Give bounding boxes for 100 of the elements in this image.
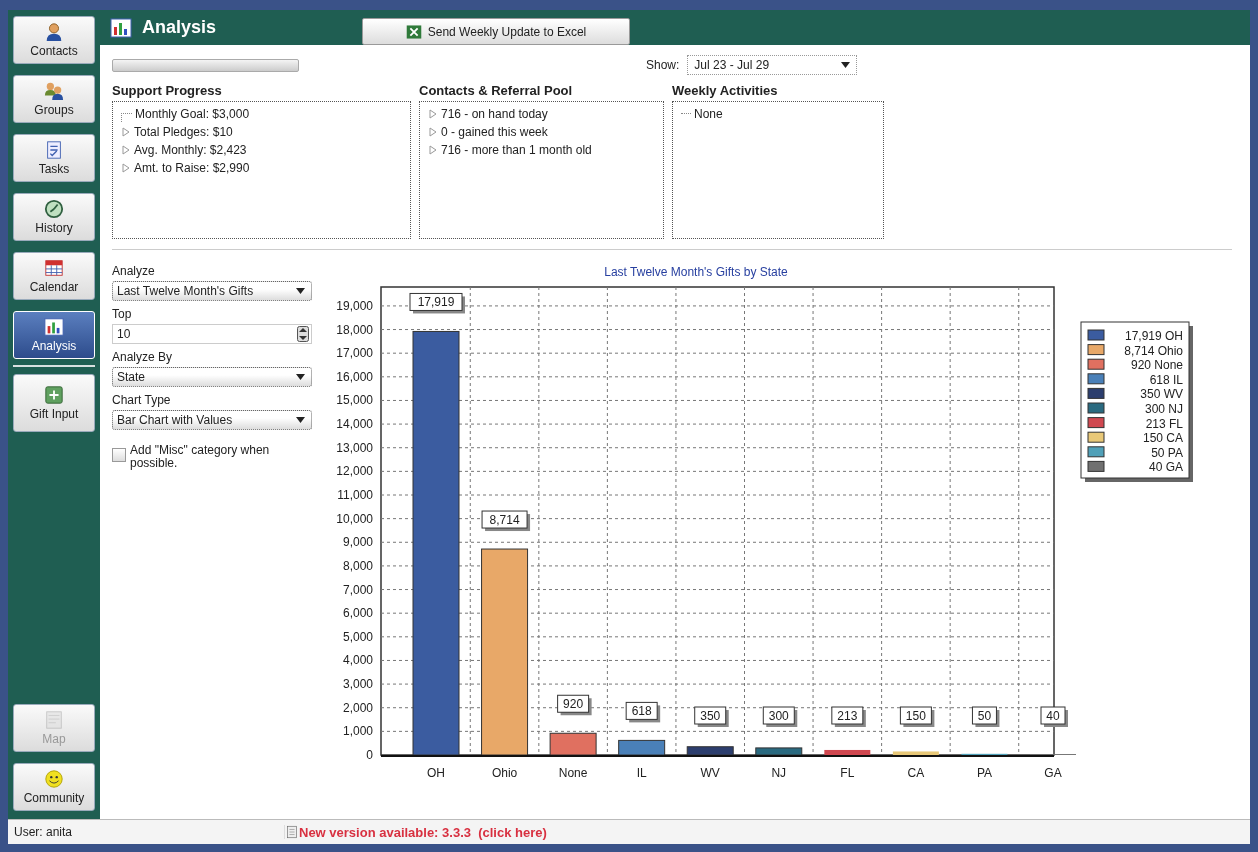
spinner-arrows-icon[interactable]: [297, 326, 309, 342]
y-tick-label: 17,000: [336, 346, 373, 361]
legend-label: 40 GA: [1148, 460, 1183, 475]
people-icon: [44, 81, 64, 101]
tree-item[interactable]: Amt. to Raise: $2,990: [134, 161, 250, 175]
expand-arrow-icon[interactable]: [428, 145, 438, 155]
tree-item[interactable]: None: [694, 107, 723, 121]
x-tick-label: FL: [840, 766, 855, 780]
spreadsheet-icon: [405, 23, 422, 40]
caret-icon: [841, 62, 851, 68]
legend-label: 17,919 OH: [1124, 329, 1183, 343]
y-tick-label: 11,000: [337, 488, 373, 502]
nav-button[interactable]: Calendar: [13, 252, 95, 300]
expand-arrow-icon[interactable]: [121, 163, 131, 173]
nav-button[interactable]: Analysis: [13, 311, 95, 359]
legend-label: 150 CA: [1142, 431, 1183, 446]
y-tick-label: 19,000: [336, 298, 373, 313]
caret-icon: [296, 417, 305, 423]
clock-icon: [44, 199, 64, 219]
field-label: Analyze: [112, 264, 156, 278]
dropdown[interactable]: Last Twelve Month's Gifts: [112, 281, 312, 301]
checklist-icon: [44, 140, 64, 160]
y-tick-label: 8,000: [342, 558, 373, 573]
x-tick-label: OH: [427, 766, 445, 780]
tree-item[interactable]: 0 - gained this week: [441, 125, 548, 139]
tree-item[interactable]: Avg. Monthly: $2,423: [134, 143, 247, 157]
caret-icon: [296, 374, 305, 380]
x-tick-label: Ohio: [491, 766, 518, 780]
nav-button[interactable]: Groups: [13, 75, 95, 123]
nav-button[interactable]: Contacts: [13, 16, 95, 64]
panel-title: Weekly Activities: [672, 83, 779, 98]
value-label: 17,919: [409, 292, 465, 314]
update-link[interactable]: New version available: 3.3.3 (click here): [299, 824, 547, 840]
caret-icon: [296, 288, 305, 294]
y-tick-label: 0: [366, 748, 373, 762]
expand-arrow-icon[interactable]: [428, 127, 438, 137]
chart-title: Last Twelve Month's Gifts by State: [604, 265, 788, 279]
page-title: Analysis: [142, 17, 218, 38]
expand-arrow-icon[interactable]: [121, 127, 131, 137]
value-label: 213: [831, 706, 866, 727]
field-label: Analyze By: [112, 350, 174, 364]
x-tick-label: IL: [636, 766, 647, 780]
dropdown[interactable]: State: [112, 367, 312, 387]
field-label: Top: [112, 307, 133, 321]
y-tick-label: 16,000: [336, 369, 373, 384]
value-label: 8,714: [481, 510, 531, 532]
y-tick-label: 4,000: [342, 653, 373, 668]
y-tick-label: 18,000: [336, 322, 373, 337]
legend-label: 213 FL: [1145, 416, 1183, 431]
nav-button[interactable]: Tasks: [13, 134, 95, 182]
panel-title: Contacts & Referral Pool: [419, 83, 574, 98]
tree-item[interactable]: Total Pledges: $10: [134, 125, 233, 139]
panel-title: Support Progress: [112, 83, 223, 98]
value-label: 50: [971, 706, 1000, 727]
legend-label: 300 NJ: [1144, 402, 1183, 416]
value-label: 300: [762, 706, 798, 727]
show-label: Show:: [646, 58, 680, 72]
y-tick-label: 12,000: [336, 464, 373, 479]
value-label: 618: [625, 701, 661, 723]
legend-label: 618 IL: [1149, 372, 1183, 387]
x-tick-label: NJ: [771, 766, 787, 780]
x-tick-label: None: [558, 766, 588, 780]
y-tick-label: 13,000: [336, 440, 373, 455]
expand-arrow-icon[interactable]: [428, 109, 438, 119]
y-tick-label: 14,000: [336, 417, 373, 432]
bar-chart-icon: [44, 317, 64, 337]
expand-arrow-icon[interactable]: [121, 145, 131, 155]
y-tick-label: 15,000: [336, 393, 373, 408]
export-button[interactable]: Send Weekly Update to Excel: [362, 18, 630, 45]
tree-item[interactable]: 716 - on hand today: [441, 107, 548, 121]
legend-label: 50 PA: [1151, 445, 1183, 460]
nav-button[interactable]: History: [13, 193, 95, 241]
person-icon: [44, 22, 64, 42]
y-tick-label: 2,000: [342, 700, 373, 715]
calendar-icon: [44, 258, 64, 278]
document-icon: [285, 825, 299, 839]
y-tick-label: 10,000: [336, 511, 373, 526]
checkbox-label: Add "Misc" category when possible.: [130, 444, 271, 470]
y-tick-label: 6,000: [342, 606, 373, 621]
x-tick-label: WV: [700, 766, 720, 780]
y-tick-label: 1,000: [342, 724, 373, 739]
checkbox[interactable]: [112, 448, 126, 462]
nav-button[interactable]: Gift Input: [13, 374, 95, 432]
number-spinner[interactable]: 10: [112, 324, 312, 344]
legend-label: 8,714 Ohio: [1124, 343, 1183, 358]
value-label: 150: [899, 706, 935, 727]
plus-box-icon: [44, 385, 64, 405]
smiley-icon: [44, 769, 64, 789]
field-label: Chart Type: [112, 393, 172, 407]
week-dropdown[interactable]: Jul 23 - Jul 29: [687, 55, 858, 75]
tree-item[interactable]: Monthly Goal: $3,000: [135, 107, 250, 121]
value-label: 40: [1040, 706, 1068, 727]
user-label: User: anita: [8, 825, 285, 839]
x-tick-label: GA: [1044, 766, 1062, 780]
nav-button[interactable]: Community: [13, 763, 95, 811]
value-label: 920: [557, 694, 592, 716]
y-tick-label: 5,000: [342, 629, 373, 644]
x-tick-label: PA: [976, 766, 992, 780]
dropdown[interactable]: Bar Chart with Values: [112, 410, 312, 430]
tree-item[interactable]: 716 - more than 1 month old: [441, 143, 592, 157]
